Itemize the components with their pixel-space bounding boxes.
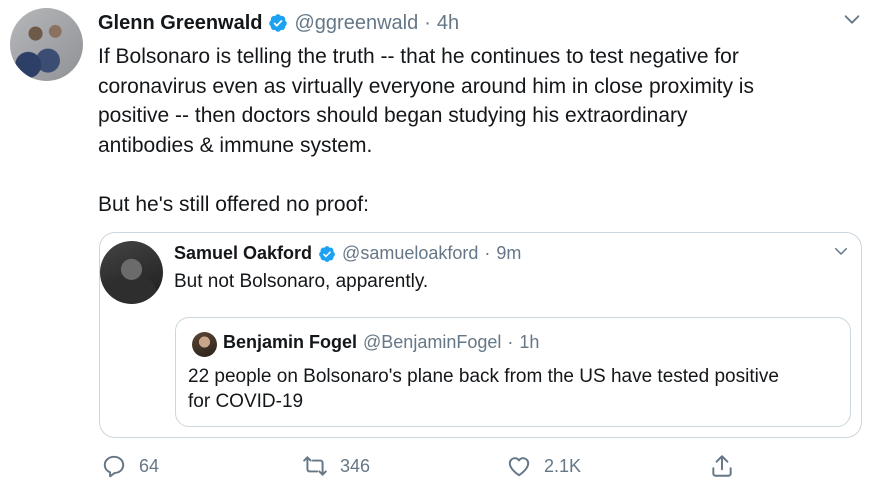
chevron-down-icon[interactable]: [832, 242, 850, 260]
reply-icon: [103, 455, 125, 478]
nested-author-handle[interactable]: @BenjaminFogel: [363, 332, 501, 353]
author-handle[interactable]: @ggreenwald: [294, 12, 418, 35]
separator-dot: ·: [484, 243, 491, 263]
separator-dot: ·: [424, 11, 431, 34]
quoted-author-handle[interactable]: @samueloakford: [342, 243, 478, 264]
quoted-tweet[interactable]: Samuel Oakford @samueloakford · 9m But n…: [99, 232, 862, 438]
reply-button[interactable]: 64: [101, 453, 159, 479]
verified-badge-icon: [319, 245, 335, 262]
quoted-tweet-timestamp[interactable]: 9m: [496, 243, 521, 264]
tweet-actions: 64 346 2.1K: [0, 453, 893, 487]
like-count: 2.1K: [544, 455, 582, 476]
nested-tweet-timestamp[interactable]: 1h: [519, 332, 539, 353]
share-button[interactable]: [709, 453, 735, 479]
nested-tweet-header: Benjamin Fogel @BenjaminFogel · 1h: [223, 332, 539, 353]
quoted-author-name[interactable]: Samuel Oakford: [174, 243, 312, 264]
retweet-count: 346: [340, 455, 371, 476]
verified-badge-icon: [269, 14, 288, 32]
nested-tweet-text: 22 people on Bolsonaro's plane back from…: [188, 366, 779, 412]
tweet: Glenn Greenwald @ggreenwald · 4h If Bols…: [0, 0, 893, 497]
author-name[interactable]: Glenn Greenwald: [98, 12, 262, 35]
separator-dot: ·: [507, 332, 514, 352]
heart-icon: [508, 457, 530, 477]
retweet-button[interactable]: 346: [302, 453, 370, 479]
tweet-header: Glenn Greenwald @ggreenwald · 4h: [98, 10, 459, 36]
nested-author-avatar[interactable]: [192, 332, 217, 357]
tweet-timestamp[interactable]: 4h: [437, 12, 459, 35]
like-button[interactable]: 2.1K: [506, 453, 581, 479]
chevron-down-icon[interactable]: [841, 8, 863, 30]
quoted-tweet-text: But not Bolsonaro, apparently.: [174, 271, 429, 292]
quoted-tweet-header: Samuel Oakford @samueloakford · 9m: [174, 243, 521, 264]
nested-author-name[interactable]: Benjamin Fogel: [223, 332, 357, 353]
quoted-author-avatar[interactable]: [100, 241, 163, 304]
reply-count: 64: [139, 455, 160, 476]
tweet-text: If Bolsonaro is telling the truth -- tha…: [98, 45, 754, 216]
nested-quoted-tweet[interactable]: Benjamin Fogel @BenjaminFogel · 1h 22 pe…: [175, 317, 851, 427]
retweet-icon: [303, 456, 327, 476]
share-icon: [712, 455, 732, 477]
author-avatar[interactable]: [10, 8, 83, 81]
